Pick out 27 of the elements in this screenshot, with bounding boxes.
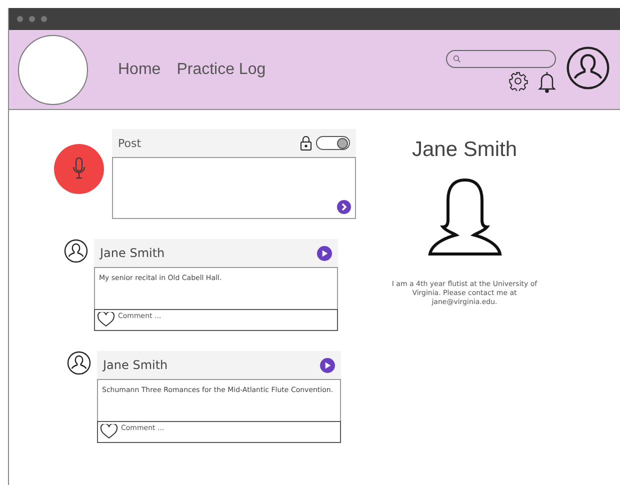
user-icon [67, 351, 91, 375]
window-dot[interactable] [29, 16, 35, 22]
submit-icon[interactable] [337, 200, 351, 214]
nav-link[interactable]: Home [118, 60, 161, 78]
settings-icon[interactable] [508, 71, 528, 91]
search-field[interactable] [446, 50, 556, 68]
privacy-toggle[interactable] [316, 136, 350, 150]
author-name: Jane Smith [100, 246, 165, 260]
window-dot[interactable] [17, 16, 23, 22]
heart-icon[interactable] [100, 424, 118, 439]
avatar-icon [566, 46, 610, 90]
nav-link[interactable]: Practice Log [176, 60, 266, 78]
user-icon [64, 239, 88, 263]
microphone-button[interactable] [54, 144, 104, 194]
heart-icon[interactable] [97, 312, 115, 327]
bell-icon[interactable] [538, 71, 556, 93]
profile-name: Jane Smith [412, 138, 518, 162]
post-label: Post [118, 136, 142, 150]
lock-icon [300, 135, 312, 151]
microphone-icon [72, 157, 86, 181]
post-input[interactable] [112, 157, 356, 219]
window-dot[interactable] [41, 16, 47, 22]
play-icon[interactable] [317, 246, 332, 260]
person-silhouette-icon [426, 176, 502, 256]
play-icon[interactable] [320, 358, 335, 372]
author-name: Jane Smith [103, 358, 168, 372]
search-icon [453, 55, 461, 63]
